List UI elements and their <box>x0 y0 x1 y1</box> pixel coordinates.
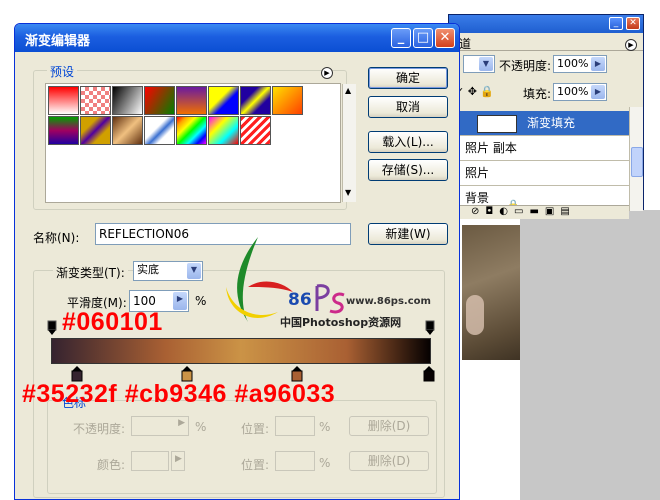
layer-row[interactable]: 照片 <box>449 161 629 186</box>
chevron-right-icon: ▶ <box>175 454 182 464</box>
stop-color-arrow[interactable]: ▶ <box>171 451 185 471</box>
stop-opacity-input[interactable]: ▶ <box>131 416 189 436</box>
stop-location2-input[interactable] <box>275 451 315 471</box>
opacity-stop-left[interactable] <box>47 320 57 336</box>
stop-location2-unit: % <box>319 456 331 470</box>
load-button[interactable]: 载入(L)... <box>368 131 448 153</box>
preset-swatch[interactable] <box>48 86 79 115</box>
palette-menu-icon[interactable]: ▶ <box>625 39 637 51</box>
ok-button[interactable]: 确定 <box>368 67 448 89</box>
preset-swatch[interactable] <box>176 86 207 115</box>
delete-color-stop-button[interactable]: 删除(D) <box>349 451 429 471</box>
canvas-background <box>520 210 660 500</box>
scroll-thumb[interactable] <box>631 147 643 177</box>
annotation-top-color: #060101 <box>62 308 163 336</box>
presets-grid: ▲ ▼ <box>45 83 356 203</box>
gradient-type-select[interactable]: 实底 ▼ <box>133 261 203 281</box>
layer-name: 照片 副本 <box>465 141 517 155</box>
preset-swatch[interactable] <box>48 116 79 145</box>
minimize-button[interactable]: _ <box>391 28 411 48</box>
opacity-input[interactable]: 100% ▶ <box>553 55 607 73</box>
save-button[interactable]: 存储(S)... <box>368 159 448 181</box>
layer-name: 背景 <box>465 191 490 205</box>
minimize-icon[interactable]: _ <box>609 17 623 30</box>
dialog-titlebar: 渐变编辑器 _ □ ✕ <box>15 24 459 52</box>
watermark-cn: 中国Photoshop资源网 <box>280 316 402 329</box>
layers-scrollbar[interactable] <box>629 107 643 211</box>
layer-mask-thumbnail <box>477 115 517 133</box>
fill-input[interactable]: 100% ▶ <box>553 83 607 101</box>
layer-action-icons[interactable]: ⊘◘◐▭▬▣▤ <box>471 206 576 217</box>
stop-color-swatch[interactable] <box>131 451 169 471</box>
stop-location-input[interactable] <box>275 416 315 436</box>
stop-color-label: 颜色: <box>97 458 126 472</box>
layer-name: 照片 <box>465 166 490 180</box>
smoothness-unit: % <box>195 294 207 308</box>
lock-icons[interactable]: ✓ ✥ 🔒 <box>455 85 494 98</box>
opacity-label: 不透明度: <box>499 59 552 73</box>
preset-swatch[interactable] <box>176 116 207 145</box>
stop-location-label: 位置: <box>241 422 270 436</box>
layers-titlebar: _ ✕ <box>449 15 643 33</box>
close-button[interactable]: ✕ <box>435 28 455 48</box>
watermark-ps-mark <box>315 284 345 314</box>
cancel-button[interactable]: 取消 <box>368 96 448 118</box>
chevron-right-icon: ▶ <box>591 57 605 71</box>
stop-location-unit: % <box>319 420 331 434</box>
presets-menu-icon[interactable]: ▶ <box>321 67 333 79</box>
layers-tabstrip <box>449 33 643 51</box>
stop-opacity-label: 不透明度: <box>73 422 126 436</box>
presets-scrollbar[interactable]: ▲ ▼ <box>342 84 356 202</box>
name-label: 名称(N): <box>33 231 80 245</box>
presets-label: 预设 <box>47 63 78 80</box>
annotation-bottom-colors: #35232f #cb9346 #a96033 <box>22 380 336 408</box>
chevron-right-icon: ▶ <box>178 418 185 428</box>
layer-name: 渐变填充 <box>527 116 576 130</box>
preset-swatch[interactable] <box>144 116 175 145</box>
blend-mode-select[interactable]: ▼ <box>463 55 495 73</box>
close-icon[interactable]: ✕ <box>626 17 640 30</box>
fill-label: 填充: <box>523 87 552 101</box>
preset-swatch[interactable] <box>112 86 143 115</box>
photo-detail <box>466 295 484 335</box>
preset-swatch[interactable] <box>208 116 239 145</box>
dialog-title: 渐变编辑器 <box>25 34 91 49</box>
fill-value: 100% <box>557 85 589 98</box>
color-stop-4[interactable] <box>423 365 435 383</box>
layers-palette: _ ✕ 道 ▶ ▼ 不透明度: 100% ▶ ✓ ✥ 🔒 填充: 100% ▶ … <box>448 14 644 219</box>
layer-row[interactable]: 照片 副本 <box>449 136 629 161</box>
stop-location2-label: 位置: <box>241 458 270 472</box>
preset-swatch[interactable] <box>240 116 271 145</box>
tab-channels[interactable]: 道 <box>459 35 471 52</box>
scroll-down-icon[interactable]: ▼ <box>345 188 351 197</box>
watermark-url: www.86ps.com <box>346 296 431 307</box>
smoothness-value: 100 <box>133 294 156 308</box>
preset-swatch[interactable] <box>208 86 239 115</box>
opacity-value: 100% <box>557 57 589 70</box>
chevron-down-icon: ▼ <box>187 263 201 279</box>
chevron-right-icon: ▶ <box>591 85 605 99</box>
preset-swatch[interactable] <box>144 86 175 115</box>
chevron-down-icon: ▼ <box>479 57 493 71</box>
delete-opacity-stop-button[interactable]: 删除(D) <box>349 416 429 436</box>
new-button[interactable]: 新建(W) <box>368 223 448 245</box>
preset-swatch[interactable] <box>80 86 111 115</box>
gradient-type-label: 渐变类型(T): <box>53 264 128 281</box>
gradient-type-value: 实底 <box>137 263 159 276</box>
stop-opacity-unit: % <box>195 420 207 434</box>
maximize-button[interactable]: □ <box>413 28 433 48</box>
preset-swatch[interactable] <box>112 116 143 145</box>
layers-footer: ⊘◘◐▭▬▣▤ <box>449 205 629 219</box>
opacity-stop-right[interactable] <box>425 320 435 336</box>
chevron-right-icon: ▶ <box>173 292 187 310</box>
preset-swatch[interactable] <box>240 86 271 115</box>
preset-swatch[interactable] <box>80 116 111 145</box>
watermark-number: 86 <box>288 290 312 310</box>
layer-row[interactable]: 渐变填充 <box>449 111 629 136</box>
photo-canvas <box>462 225 520 360</box>
scroll-up-icon[interactable]: ▲ <box>345 86 351 95</box>
preset-swatch[interactable] <box>272 86 303 115</box>
stops-group <box>47 400 437 494</box>
gradient-preview-bar[interactable] <box>51 338 431 364</box>
